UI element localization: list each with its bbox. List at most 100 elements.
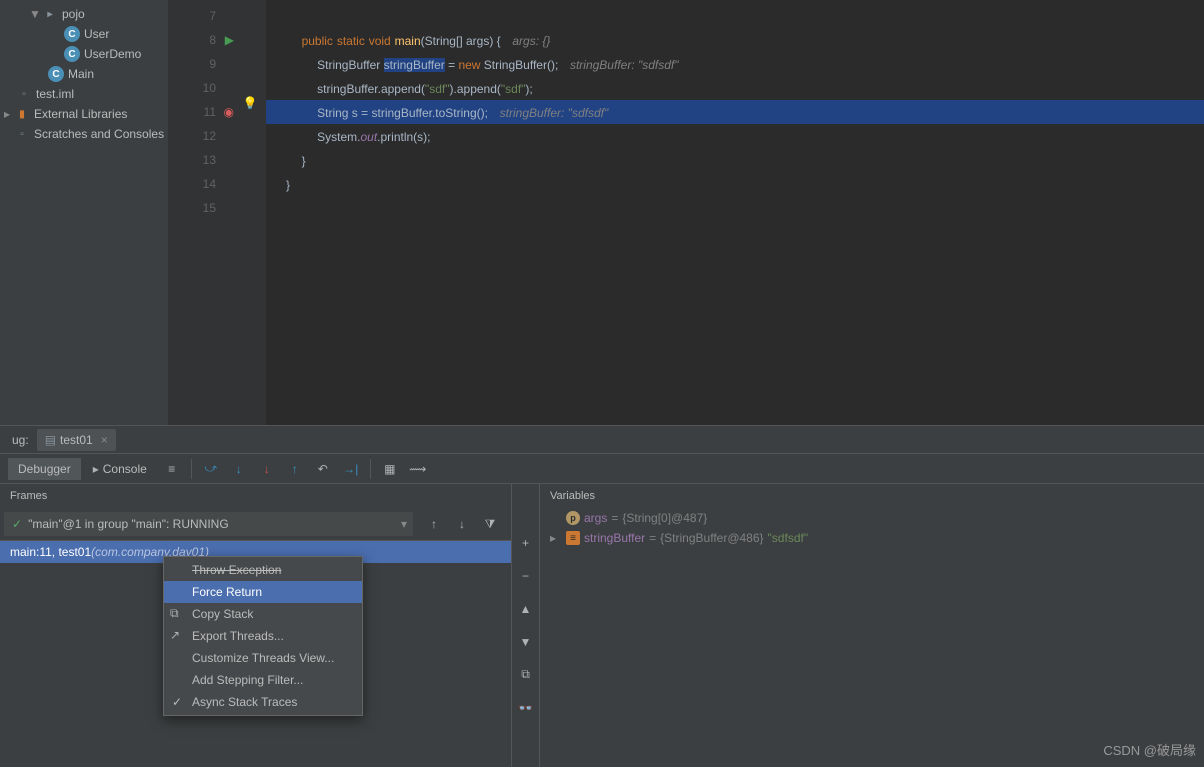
prev-frame-button[interactable]: ↑	[421, 512, 447, 536]
run-to-cursor-button[interactable]: →|	[338, 457, 364, 481]
class-icon: C	[64, 46, 80, 62]
frame-location: main:11, test01	[10, 545, 91, 559]
down-button[interactable]: ▼	[513, 630, 539, 653]
tree-file-iml[interactable]: ▫ test.iml	[0, 84, 168, 104]
line-number: 11◉	[168, 100, 216, 124]
menu-async-stack-traces[interactable]: ✓Async Stack Traces	[164, 691, 362, 713]
debug-toolbar: Debugger ▸Console ≡ ⤻ ↓ ↓ ↑ ↶ →| ▦ ⟿	[0, 454, 1204, 484]
debug-config-tab[interactable]: ▤ test01 ×	[37, 429, 116, 451]
line-number: 7	[168, 4, 216, 28]
project-tree[interactable]: ▼ ▸ pojo C User C UserDemo C Main ▫ test…	[0, 0, 168, 425]
thread-dropdown[interactable]: ✓ "main"@1 in group "main": RUNNING ▾	[4, 512, 413, 536]
var-string-value: "sdfsdf"	[768, 531, 809, 545]
menu-export-threads[interactable]: ↗Export Threads...	[164, 625, 362, 647]
close-icon[interactable]: ×	[101, 433, 108, 447]
tree-label: User	[84, 27, 109, 41]
check-icon: ✓	[12, 517, 22, 531]
debug-tab-bar: ug: ▤ test01 ×	[0, 426, 1204, 454]
menu-force-return[interactable]: Force Return	[164, 581, 362, 603]
console-icon: ▸	[93, 462, 99, 476]
app-icon: ▤	[45, 433, 56, 447]
variables-list[interactable]: p args = {String[0]@487} ▸ ≡ stringBuffe…	[540, 508, 1204, 767]
folder-icon: ▸	[42, 6, 58, 22]
trace-button[interactable]: ⟿	[405, 457, 431, 481]
menu-copy-stack[interactable]: ⧉Copy Stack	[164, 603, 362, 625]
line-number: 9	[168, 52, 216, 76]
library-icon: ▮	[14, 106, 30, 122]
menu-customize-threads[interactable]: Customize Threads View...	[164, 647, 362, 669]
menu-throw-exception[interactable]: Throw Exception	[164, 559, 362, 581]
breakpoint-icon[interactable]: ◉	[224, 100, 234, 124]
gutter-marks: 💡	[234, 0, 266, 425]
glasses-icon[interactable]: 👓	[513, 696, 539, 719]
line-number: 14	[168, 172, 216, 196]
remove-watch-button[interactable]: −	[513, 565, 539, 588]
drop-frame-button[interactable]: ↶	[310, 457, 336, 481]
variables-panel: Variables p args = {String[0]@487} ▸ ≡ s…	[540, 484, 1204, 767]
tab-label: test01	[60, 433, 93, 447]
line-number: 8▶	[168, 28, 216, 52]
vars-header: Variables	[540, 484, 1204, 508]
tree-scratches[interactable]: ▫ Scratches and Consoles	[0, 124, 168, 144]
tree-class-main[interactable]: C Main	[0, 64, 168, 84]
next-frame-button[interactable]: ↓	[449, 512, 475, 536]
code-content[interactable]: public static void main(String[] args) {…	[266, 0, 1204, 425]
editor-gutter[interactable]: 7 8▶ 9 10 11◉ 12 13 14 15	[168, 0, 234, 425]
class-icon: C	[64, 26, 80, 42]
variable-row[interactable]: ▸ ≡ stringBuffer = {StringBuffer@486} "s…	[540, 528, 1204, 548]
copy-icon: ⧉	[170, 606, 186, 621]
var-name: stringBuffer	[584, 531, 645, 545]
add-watch-button[interactable]: +	[513, 532, 539, 555]
step-into-button[interactable]: ↓	[226, 457, 252, 481]
force-step-into-button[interactable]: ↓	[254, 457, 280, 481]
tree-class-user[interactable]: C User	[0, 24, 168, 44]
debug-label: ug:	[4, 433, 37, 447]
up-button[interactable]: ▲	[513, 598, 539, 621]
line-number: 12	[168, 124, 216, 148]
scratches-icon: ▫	[14, 126, 30, 142]
context-menu: Throw Exception Force Return ⧉Copy Stack…	[163, 556, 363, 716]
tree-label: Main	[68, 67, 94, 81]
param-icon: p	[566, 511, 580, 525]
class-icon: C	[48, 66, 64, 82]
field-icon: ≡	[566, 531, 580, 545]
code-editor[interactable]: 7 8▶ 9 10 11◉ 12 13 14 15 💡 public stati…	[168, 0, 1204, 425]
chevron-down-icon: ▼	[28, 7, 42, 21]
tree-class-userdemo[interactable]: C UserDemo	[0, 44, 168, 64]
check-icon: ✓	[172, 695, 182, 709]
chevron-right-icon[interactable]: ▸	[550, 531, 562, 545]
file-icon: ▫	[16, 86, 32, 102]
threads-icon[interactable]: ≡	[159, 457, 185, 481]
thread-name: "main"@1 in group "main": RUNNING	[28, 517, 229, 531]
export-icon: ↗	[170, 628, 186, 642]
tree-label: Scratches and Consoles	[34, 127, 164, 141]
step-over-button[interactable]: ⤻	[198, 457, 224, 481]
run-icon[interactable]: ▶	[225, 28, 234, 52]
tree-label: pojo	[62, 7, 85, 21]
console-tab[interactable]: ▸Console	[83, 458, 157, 480]
chevron-down-icon: ▾	[401, 517, 407, 531]
watermark: CSDN @破局缘	[1103, 740, 1196, 759]
step-out-button[interactable]: ↑	[282, 457, 308, 481]
var-value: {String[0]@487}	[622, 511, 707, 525]
line-number: 10	[168, 76, 216, 100]
line-number: 13	[168, 148, 216, 172]
frames-header: Frames	[0, 484, 511, 508]
tree-external-libs[interactable]: ▸ ▮ External Libraries	[0, 104, 168, 124]
var-name: args	[584, 511, 607, 525]
tree-label: UserDemo	[84, 47, 141, 61]
copy-button[interactable]: ⧉	[513, 663, 539, 686]
var-value: {StringBuffer@486}	[660, 531, 763, 545]
line-number: 15	[168, 196, 216, 220]
filter-button[interactable]: ⧩	[477, 512, 503, 536]
tree-folder-pojo[interactable]: ▼ ▸ pojo	[0, 4, 168, 24]
variable-row[interactable]: p args = {String[0]@487}	[540, 508, 1204, 528]
vars-toolbar: + − ▲ ▼ ⧉ 👓	[512, 484, 540, 767]
tree-label: test.iml	[36, 87, 74, 101]
menu-add-stepping-filter[interactable]: Add Stepping Filter...	[164, 669, 362, 691]
bulb-icon[interactable]: 💡	[234, 96, 266, 120]
debugger-tab[interactable]: Debugger	[8, 458, 81, 480]
chevron-right-icon: ▸	[0, 107, 14, 121]
evaluate-button[interactable]: ▦	[377, 457, 403, 481]
tree-label: External Libraries	[34, 107, 127, 121]
